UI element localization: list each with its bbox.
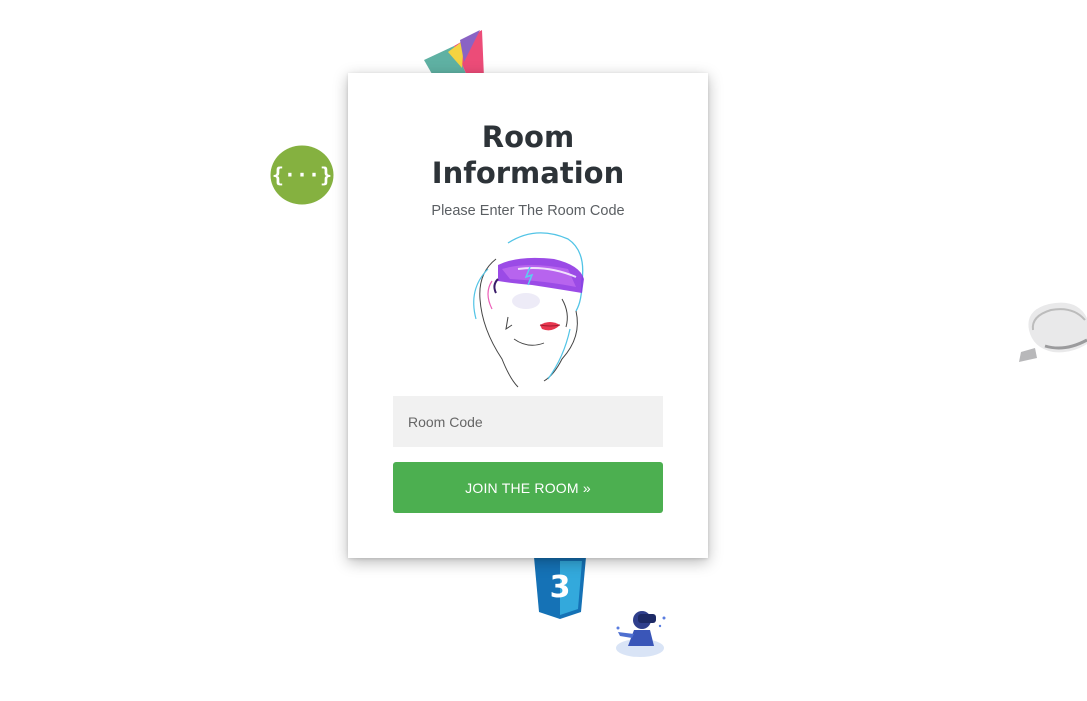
- css3-logo-icon: 3: [534, 557, 586, 619]
- subtitle: Please Enter The Room Code: [431, 203, 625, 219]
- swagger-logo-icon: {···}: [270, 145, 334, 205]
- join-room-button[interactable]: JOIN THE ROOM »: [393, 462, 663, 513]
- page-title: Room Information: [431, 120, 625, 190]
- vr-headset-illustration: [473, 232, 584, 388]
- room-info-card: Room Information Please Enter The Room C…: [348, 73, 708, 558]
- vr-headset-icon: [1015, 300, 1087, 366]
- room-code-input[interactable]: [393, 396, 663, 447]
- vr-user-icon: [612, 606, 670, 660]
- polygon-logo-icon: [424, 28, 490, 78]
- svg-text:3: 3: [550, 570, 571, 605]
- svg-text:{···}: {···}: [272, 163, 332, 187]
